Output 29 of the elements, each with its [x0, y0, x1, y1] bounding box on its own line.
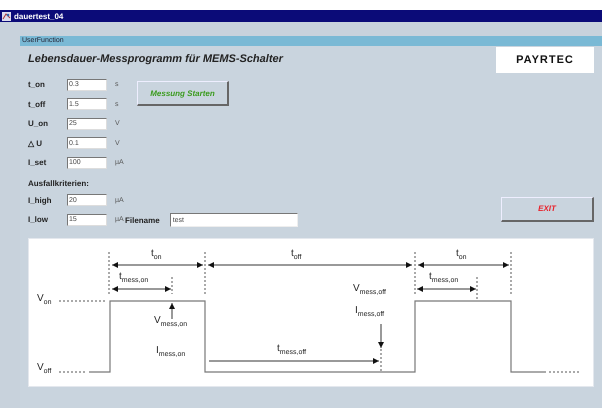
diagram-label: V$_{on}$ [37, 294, 52, 306]
parameter-label: I_high [28, 196, 53, 205]
parameter-label: I_low [28, 215, 50, 224]
dimension-arrow [416, 286, 476, 292]
parameter-label: △ U [28, 138, 43, 148]
diagram-label: V$_{mess,off}$ [353, 284, 386, 296]
diagram-label: V$_{off}$ [37, 362, 52, 374]
diagram-label: t$_{on}$ [151, 248, 162, 260]
parameter-label: U_on [28, 119, 49, 128]
filename-label: Filename [125, 216, 160, 224]
diagram-label: t$_{off}$ [291, 248, 302, 260]
dimension-arrow [112, 286, 172, 292]
diagram-label: I$_{mess,on}$ [156, 346, 186, 358]
diagram-label: t$_{on}$ [456, 248, 467, 260]
parameter-label: I_set [28, 158, 48, 168]
diagram-label: I$_{mess,off}$ [355, 306, 384, 318]
parameter-label: t_on [28, 80, 46, 90]
parameter-label: t_off [28, 100, 46, 109]
app-icon [2, 12, 11, 20]
page-heading: Lebensdauer-Messprogramm für MEMS-Schalter [28, 53, 283, 65]
logo: PAYRTEC [496, 47, 594, 73]
diagram-label: t$_{mess,on}$ [429, 272, 458, 284]
diagram-label: t$_{mess,on}$ [119, 272, 148, 284]
section-heading: Ausfallkriterien: [28, 178, 90, 188]
diagram-label: t$_{mess,off}$ [277, 344, 306, 356]
pointer-arrow [169, 302, 175, 319]
diagram-label: V$_{mess,on}$ [154, 316, 188, 328]
window-title: dauertest_04 [14, 12, 64, 20]
pointer-arrow [378, 323, 384, 348]
